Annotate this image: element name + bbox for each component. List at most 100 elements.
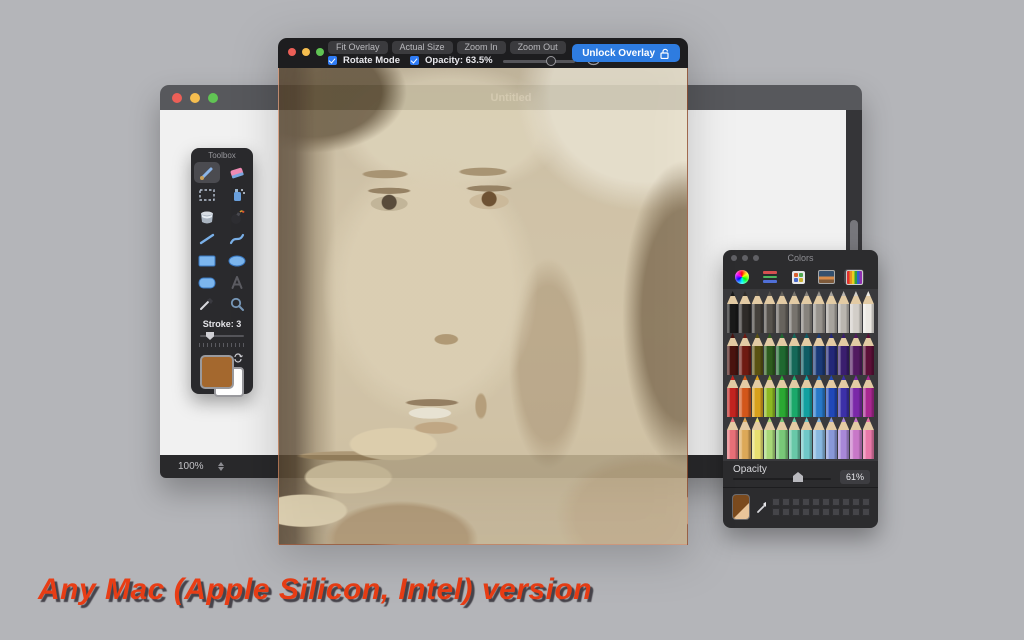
pencil-color[interactable] — [850, 333, 861, 375]
overlay-image[interactable] — [278, 68, 688, 545]
zoom-stepper[interactable] — [218, 462, 224, 471]
tool-spray[interactable] — [224, 184, 250, 205]
tool-curve[interactable] — [224, 228, 250, 249]
pencil-color[interactable] — [739, 417, 750, 459]
pencil-color[interactable] — [850, 375, 861, 417]
pencil-color[interactable] — [826, 291, 837, 333]
pencil-color[interactable] — [863, 417, 874, 459]
pencil-color[interactable] — [789, 417, 800, 459]
current-color-well[interactable] — [732, 494, 750, 520]
pencil-color[interactable] — [850, 417, 861, 459]
swatch-cell[interactable] — [842, 508, 850, 516]
pencil-color[interactable] — [838, 333, 849, 375]
tool-zoom[interactable] — [224, 294, 250, 315]
pencil-color[interactable] — [826, 375, 837, 417]
pencil-color[interactable] — [764, 375, 775, 417]
opacity-checkbox[interactable] — [410, 56, 419, 65]
overlay-toolbar[interactable]: Fit Overlay Actual Size Zoom In Zoom Out… — [278, 38, 688, 68]
swatch-cell[interactable] — [782, 498, 790, 506]
pencil-color[interactable] — [826, 417, 837, 459]
pencil-color[interactable] — [813, 333, 824, 375]
tab-color-wheel[interactable] — [732, 269, 752, 285]
swatch-cell[interactable] — [832, 498, 840, 506]
tool-rectangle[interactable] — [194, 250, 220, 271]
pencil-color[interactable] — [764, 291, 775, 333]
pencil-color[interactable] — [727, 333, 738, 375]
swatch-cell[interactable] — [822, 498, 830, 506]
swatch-cell[interactable] — [822, 508, 830, 516]
tool-eraser[interactable] — [224, 162, 250, 183]
pencil-color[interactable] — [776, 417, 787, 459]
pencil-color[interactable] — [789, 375, 800, 417]
pencil-color[interactable] — [801, 333, 812, 375]
opacity-slider[interactable] — [503, 56, 575, 66]
pencil-color[interactable] — [863, 333, 874, 375]
zoom-out-button[interactable]: Zoom Out — [510, 41, 566, 54]
pencil-color[interactable] — [863, 291, 874, 333]
pencil-color[interactable] — [838, 291, 849, 333]
saved-swatches-grid[interactable] — [772, 498, 870, 516]
swatch-cell[interactable] — [862, 508, 870, 516]
tool-select[interactable] — [194, 184, 220, 205]
pencil-color[interactable] — [801, 291, 812, 333]
swatch-cell[interactable] — [772, 498, 780, 506]
pencil-color[interactable] — [776, 375, 787, 417]
tool-bomb[interactable] — [224, 206, 250, 227]
swatch-cell[interactable] — [832, 508, 840, 516]
tool-rounded-rectangle[interactable] — [194, 272, 220, 293]
pencil-color[interactable] — [789, 333, 800, 375]
colors-titlebar[interactable]: Colors — [723, 250, 878, 266]
tool-fill[interactable] — [194, 206, 220, 227]
tab-image-palettes[interactable] — [816, 269, 836, 285]
pencil-color[interactable] — [789, 291, 800, 333]
tool-text[interactable] — [224, 272, 250, 293]
overlay-zoom-button[interactable] — [316, 48, 324, 56]
swatch-cell[interactable] — [792, 498, 800, 506]
tab-color-sliders[interactable] — [760, 269, 780, 285]
swatch-cell[interactable] — [812, 508, 820, 516]
unlock-overlay-button[interactable]: Unlock Overlay — [572, 44, 680, 62]
swatch-cell[interactable] — [792, 508, 800, 516]
pencil-color[interactable] — [826, 333, 837, 375]
pencil-color[interactable] — [739, 333, 750, 375]
pencil-color[interactable] — [850, 291, 861, 333]
swatch-cell[interactable] — [782, 508, 790, 516]
pencil-color[interactable] — [739, 291, 750, 333]
actual-size-button[interactable]: Actual Size — [392, 41, 453, 54]
swatch-cell[interactable] — [862, 498, 870, 506]
pencil-color[interactable] — [838, 375, 849, 417]
pencil-color[interactable] — [813, 417, 824, 459]
fit-overlay-button[interactable]: Fit Overlay — [328, 41, 388, 54]
pencil-color[interactable] — [764, 333, 775, 375]
rotate-mode-checkbox[interactable] — [328, 56, 337, 65]
pencil-color[interactable] — [752, 291, 763, 333]
pencil-color[interactable] — [801, 417, 812, 459]
overlay-minimize-button[interactable] — [302, 48, 310, 56]
pencil-color[interactable] — [813, 375, 824, 417]
color-eyedropper-icon[interactable] — [756, 500, 766, 514]
swatch-cell[interactable] — [812, 498, 820, 506]
swatch-cell[interactable] — [802, 498, 810, 506]
overlay-close-button[interactable] — [288, 48, 296, 56]
tab-color-palettes[interactable] — [788, 269, 808, 285]
swatch-cell[interactable] — [852, 498, 860, 506]
tool-line[interactable] — [194, 228, 220, 249]
tool-eyedropper[interactable] — [194, 294, 220, 315]
pencil-color[interactable] — [752, 333, 763, 375]
colors-opacity-thumb[interactable] — [793, 472, 803, 482]
swatch-cell[interactable] — [802, 508, 810, 516]
stroke-slider[interactable] — [200, 332, 244, 342]
zoom-in-button[interactable]: Zoom In — [457, 41, 506, 54]
pencil-color[interactable] — [838, 417, 849, 459]
foreground-color-swatch[interactable] — [200, 355, 234, 389]
pencil-color[interactable] — [813, 291, 824, 333]
stroke-slider-thumb[interactable] — [206, 332, 214, 340]
tool-ellipse[interactable] — [224, 250, 250, 271]
swatch-cell[interactable] — [772, 508, 780, 516]
tool-paintbrush[interactable] — [194, 162, 220, 183]
pencil-color[interactable] — [752, 417, 763, 459]
swatch-cell[interactable] — [852, 508, 860, 516]
pencil-color[interactable] — [801, 375, 812, 417]
pencil-color[interactable] — [727, 375, 738, 417]
swap-colors-icon[interactable] — [233, 353, 243, 363]
